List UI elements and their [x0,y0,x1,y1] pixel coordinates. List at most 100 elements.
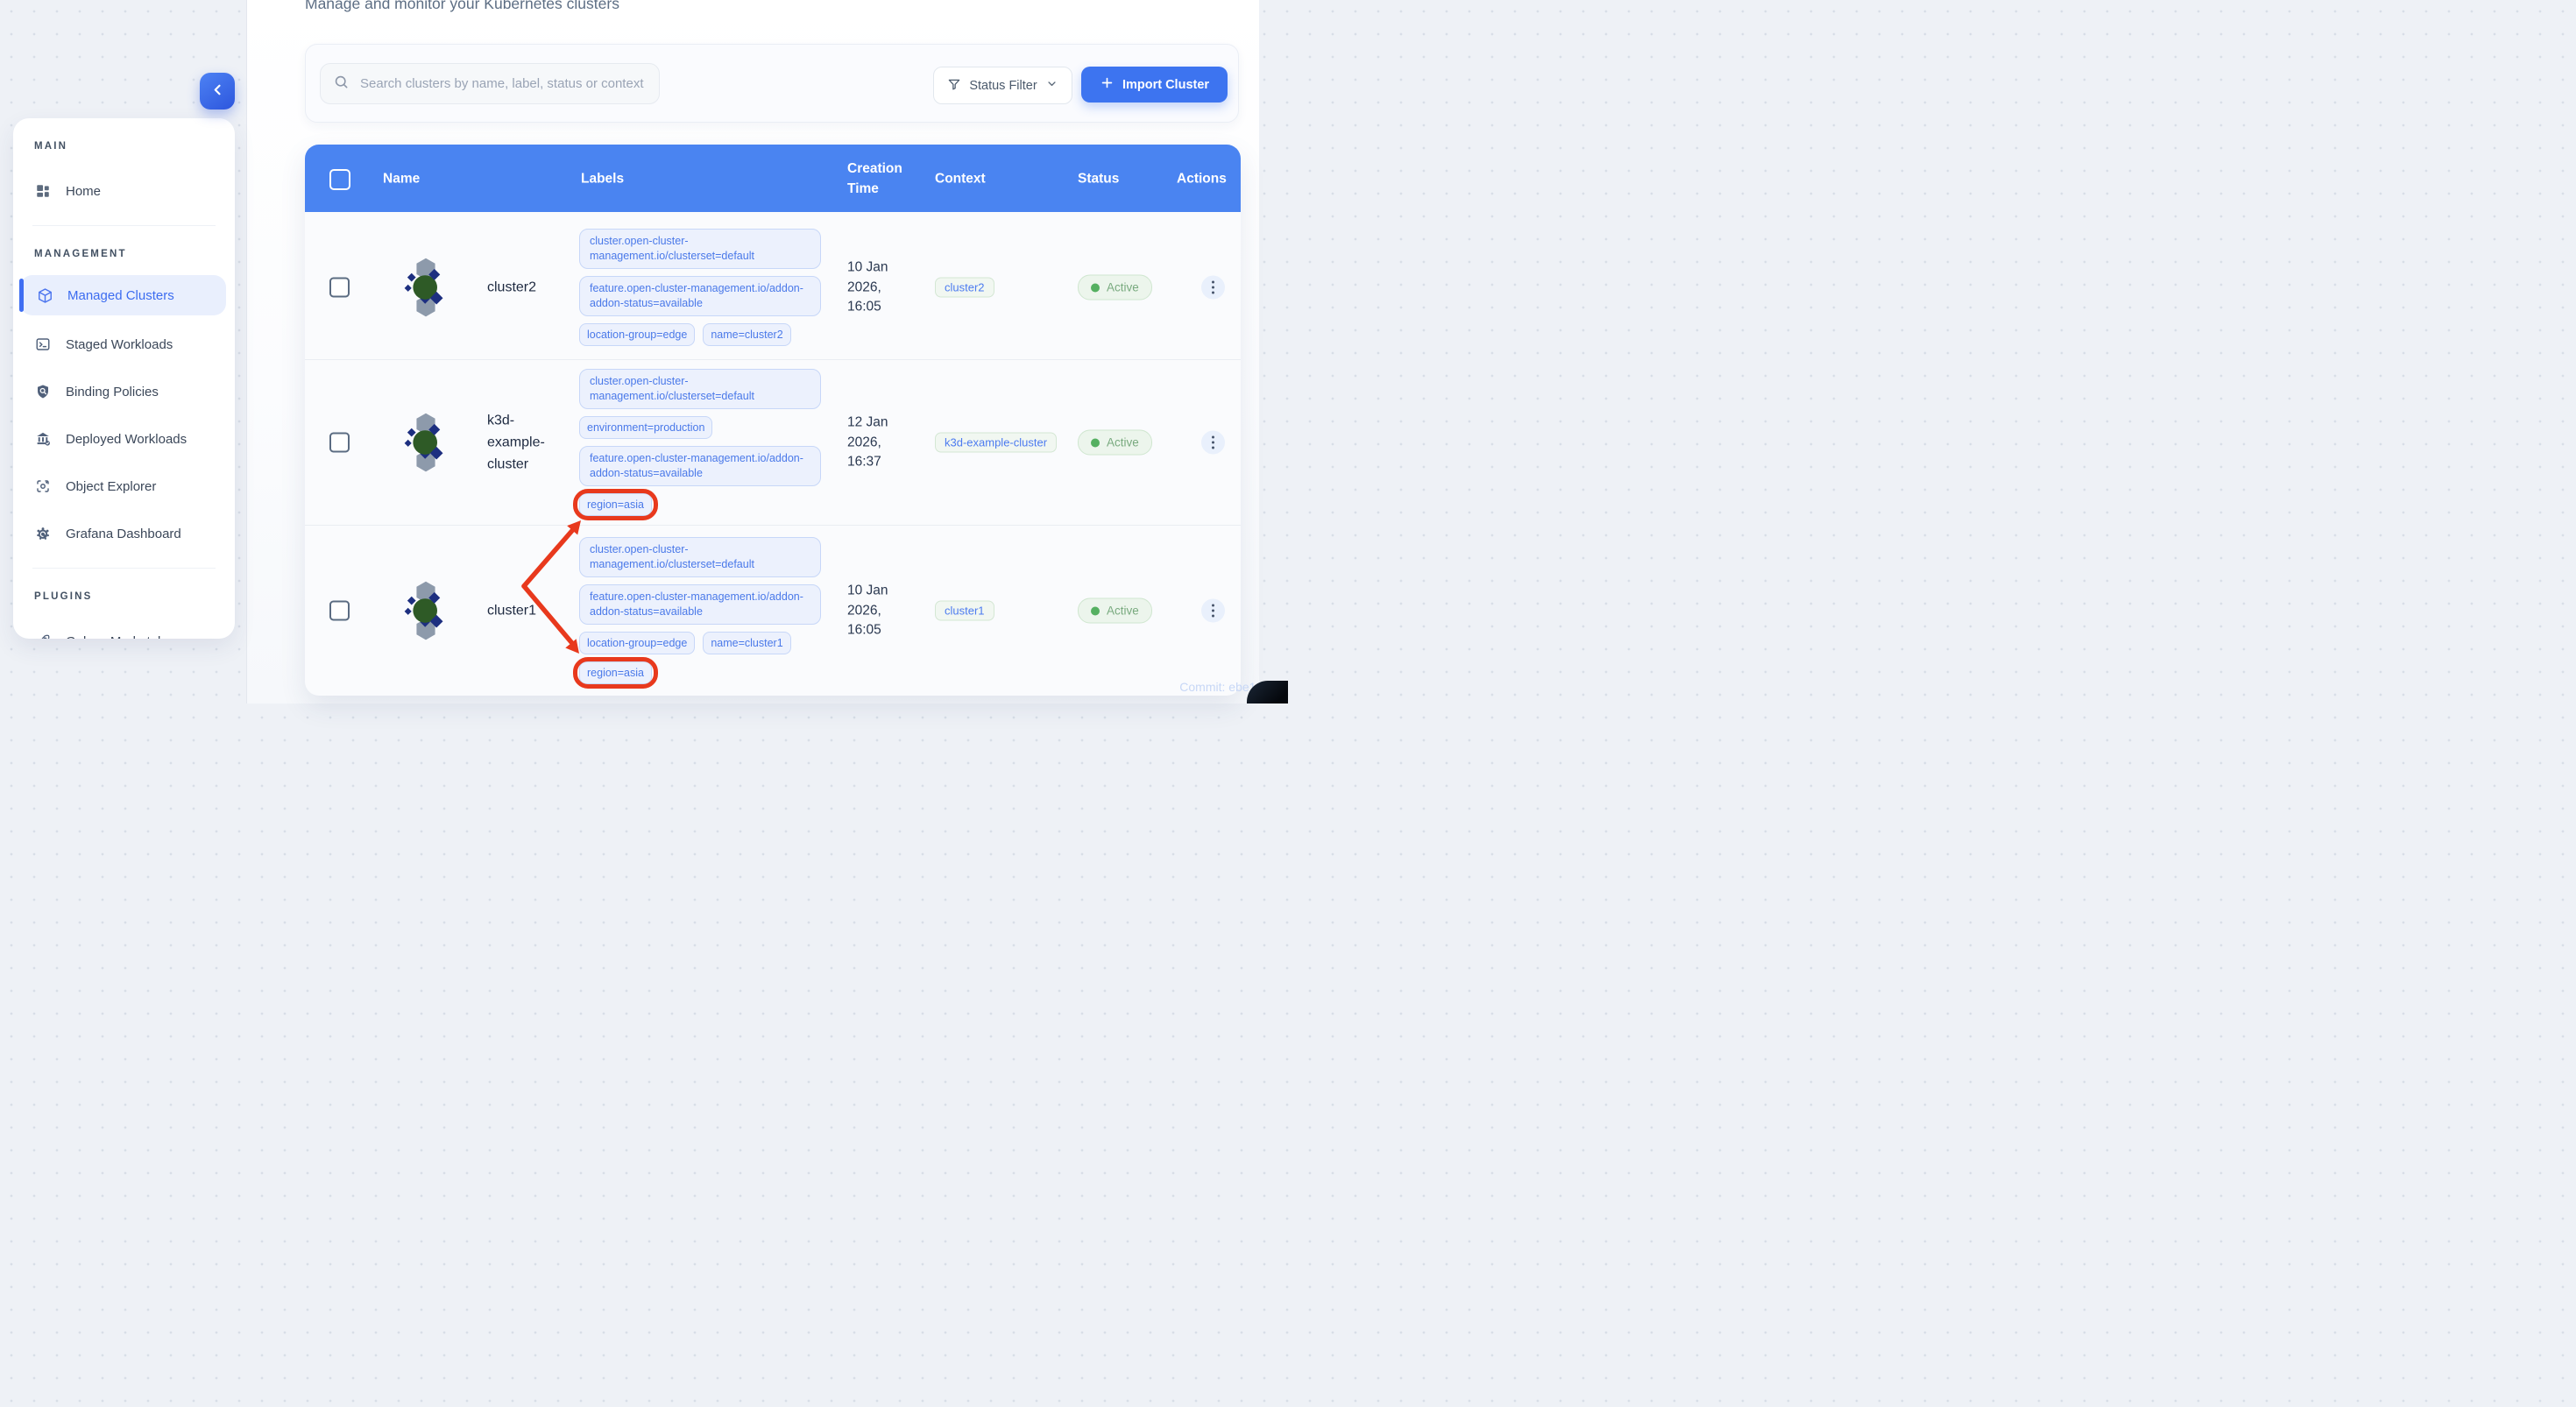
status-filter-dropdown[interactable]: Status Filter [933,67,1072,104]
sidebar-section-main: MAIN [34,141,235,152]
creation-time: 10 Jan 2026, 16:05 [847,581,902,640]
status-badge: Active [1078,275,1152,300]
plus-icon [1100,75,1115,94]
row-actions-button[interactable] [1201,599,1225,623]
ellipsis-icon [1212,605,1214,607]
cluster-logo-icon [398,411,454,474]
chevron-down-icon [1045,77,1058,94]
column-header-actions: Actions [1177,168,1227,188]
sidebar-item-binding-policies[interactable]: Binding Policies [13,368,235,415]
home-grid-icon [34,182,52,200]
label-chip[interactable]: environment=production [579,416,712,439]
sidebar-item-galaxy-marketplace[interactable]: Galaxy Marketplace [13,618,235,639]
sidebar-section-management: MANAGEMENT [34,249,235,259]
clusters-table: Name Labels Creation Time Context Status Acti… [305,145,1241,696]
import-cluster-label: Import Cluster [1122,78,1209,92]
search-input[interactable] [358,75,647,92]
sidebar-section-plugins: PLUGINS [34,591,235,602]
sidebar-item-label: Galaxy Marketplace [66,634,182,640]
search-box[interactable] [320,63,660,104]
label-chip[interactable]: cluster.open-cluster-management.io/clust… [579,229,821,269]
label-chip[interactable]: feature.open-cluster-management.io/addon… [579,584,821,625]
sidebar-item-label: Deployed Workloads [66,432,187,447]
ellipsis-icon [1212,436,1214,439]
cluster-name: cluster2 [487,277,563,299]
column-header-labels: Labels [581,168,624,188]
label-chip[interactable]: cluster.open-cluster-management.io/clust… [579,369,821,409]
shield-search-icon [34,383,52,400]
cluster-labels: cluster.open-cluster-management.io/clust… [579,360,821,525]
status-dot-icon [1091,438,1100,447]
status-filter-label: Status Filter [969,79,1037,93]
column-header-name: Name [383,168,420,188]
cluster-name: k3d-example-cluster [487,410,563,476]
sidebar-section-divider [32,568,216,569]
creation-time: 12 Jan 2026, 16:37 [847,413,902,472]
label-chip-highlighted[interactable]: region=asia [579,493,652,516]
label-chip[interactable]: cluster.open-cluster-management.io/clust… [579,537,821,577]
ellipsis-icon [1212,281,1214,284]
status-badge: Active [1078,598,1152,624]
bank-check-icon [34,430,52,448]
label-chip[interactable]: name=cluster2 [703,323,790,346]
sidebar-item-object-explorer[interactable]: Object Explorer [13,463,235,510]
chevron-left-icon [209,81,226,101]
cluster-logo-icon [398,256,454,319]
context-chip[interactable]: k3d-example-cluster [935,433,1057,453]
clusters-toolbar: Status Filter Import Cluster [305,44,1239,123]
label-chip-highlighted[interactable]: region=asia [579,661,652,684]
label-chip[interactable]: location-group=edge [579,632,695,654]
sidebar: MAIN Home MANAGEMENT Managed Clusters Staged… [13,118,235,639]
table-row: cluster1 cluster.open-cluster-management.… [305,525,1241,696]
sidebar-section-divider [32,225,216,226]
cluster-logo-icon [398,579,454,642]
context-chip[interactable]: cluster1 [935,601,994,621]
column-header-context: Context [935,168,986,188]
label-chip[interactable]: feature.open-cluster-management.io/addon… [579,276,821,316]
import-cluster-button[interactable]: Import Cluster [1081,67,1228,103]
label-chip[interactable]: location-group=edge [579,323,695,346]
row-checkbox-k3d-example-cluster[interactable] [329,433,350,453]
sidebar-item-label: Staged Workloads [66,337,173,352]
label-chip[interactable]: feature.open-cluster-management.io/addon… [579,446,821,486]
filter-funnel-icon [947,77,961,95]
table-row: k3d-example-cluster cluster.open-cluster-… [305,359,1241,525]
sidebar-item-label: Binding Policies [66,385,159,399]
column-header-status: Status [1078,168,1119,188]
cube-icon [36,286,53,304]
sidebar-item-label: Managed Clusters [67,288,174,303]
select-all-checkbox[interactable] [329,169,350,190]
terminal-icon [34,336,52,353]
row-actions-button[interactable] [1201,431,1225,455]
search-icon [333,74,350,95]
status-dot-icon [1091,606,1100,615]
status-dot-icon [1091,283,1100,292]
sidebar-item-grafana-dashboard[interactable]: Grafana Dashboard [13,510,235,557]
cluster-name: cluster1 [487,600,563,622]
sidebar-divider-line [246,0,247,704]
rocket-icon [34,633,52,639]
focus-scan-icon [34,477,52,495]
table-row: cluster2 cluster.open-cluster-management.… [305,216,1241,359]
table-header: Name Labels Creation Time Context Status Acti… [305,145,1241,212]
row-checkbox-cluster1[interactable] [329,601,350,621]
sidebar-item-deployed-workloads[interactable]: Deployed Workloads [13,415,235,463]
sidebar-collapse-button[interactable] [200,73,235,110]
grafana-icon [34,525,52,542]
cluster-labels: cluster.open-cluster-management.io/clust… [579,216,821,359]
row-checkbox-cluster2[interactable] [329,278,350,298]
sidebar-item-staged-workloads[interactable]: Staged Workloads [13,321,235,368]
sidebar-item-home[interactable]: Home [13,167,235,215]
cluster-labels: cluster.open-cluster-management.io/clust… [579,526,821,696]
sidebar-item-label: Grafana Dashboard [66,527,181,541]
sidebar-item-managed-clusters[interactable]: Managed Clusters [20,275,226,315]
row-actions-button[interactable] [1201,276,1225,300]
context-chip[interactable]: cluster2 [935,278,994,298]
sidebar-item-label: Object Explorer [66,479,156,494]
sidebar-item-label: Home [66,184,101,199]
column-header-creation-time: Creation Time [847,159,917,199]
creation-time: 10 Jan 2026, 16:05 [847,258,902,317]
label-chip[interactable]: name=cluster1 [703,632,790,654]
page-subtitle: Manage and monitor your Kubernetes clust… [305,0,619,13]
status-badge: Active [1078,430,1152,456]
